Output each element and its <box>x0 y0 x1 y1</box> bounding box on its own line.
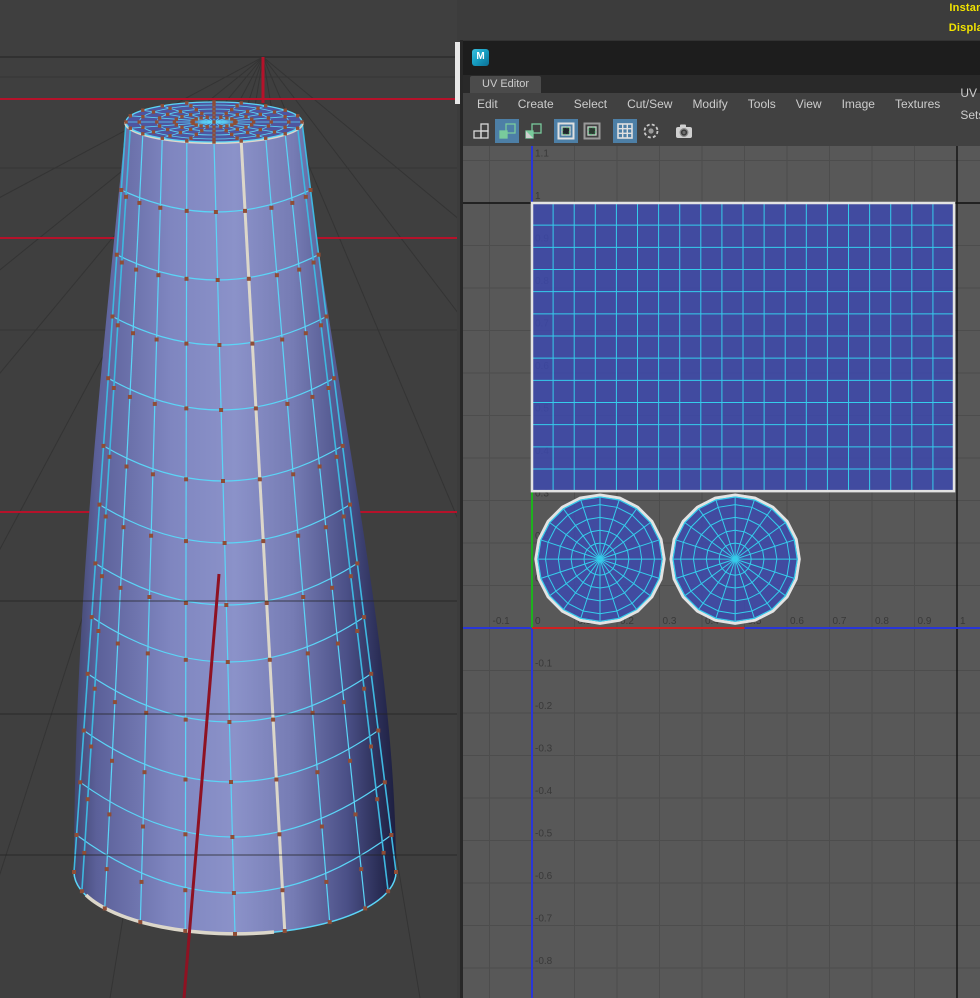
maya-screen: { "hud": { "color": "#f2e400", "line1": … <box>0 0 980 998</box>
menu-select[interactable]: Select <box>564 93 617 115</box>
menu-tools[interactable]: Tools <box>738 93 786 115</box>
pixel-grid-icon <box>615 121 635 141</box>
menu-view[interactable]: View <box>786 93 832 115</box>
u-tick-1: 1 <box>960 616 966 627</box>
u-tick-0.8: 0.8 <box>875 616 889 627</box>
tab-uv-editor[interactable]: UV Editor <box>470 76 541 93</box>
border-frame-alt-icon <box>582 121 602 141</box>
hud-message-instance: Instan <box>949 2 980 14</box>
uv-snapshot-button[interactable] <box>672 119 696 143</box>
menu-edit[interactable]: Edit <box>467 93 508 115</box>
uv-editor-window: M UV Editor EditCreateSelectCut/SewModif… <box>460 40 980 998</box>
v-tick--0.1: -0.1 <box>535 659 553 670</box>
pixel-grid-button[interactable] <box>613 119 637 143</box>
v-tick--0.4: -0.4 <box>535 786 553 797</box>
uv-shell-cap-1[interactable] <box>536 495 664 623</box>
u-tick-0.3: 0.3 <box>663 616 677 627</box>
u-tick--0.1: -0.1 <box>493 616 511 627</box>
uv-snapshot-icon <box>674 121 694 141</box>
menu-bar: EditCreateSelectCut/SewModifyToolsViewIm… <box>463 93 980 115</box>
cone-mesh[interactable] <box>72 100 398 936</box>
v-tick--0.7: -0.7 <box>535 914 553 925</box>
menu-uv-sets[interactable]: UV Sets <box>950 82 980 126</box>
tile-layout-icon <box>471 121 491 141</box>
border-frame-icon <box>556 121 576 141</box>
tile-layout-button[interactable] <box>469 119 493 143</box>
shell-fill-icon <box>497 121 517 141</box>
hud-message-display: Displa <box>949 22 980 34</box>
v-tick--0.2: -0.2 <box>535 701 553 712</box>
menu-modify[interactable]: Modify <box>682 93 737 115</box>
maya-app-icon: M <box>472 49 489 66</box>
shell-fill-button[interactable] <box>495 119 519 143</box>
menu-create[interactable]: Create <box>508 93 564 115</box>
v-tick--0.8: -0.8 <box>535 956 553 967</box>
menu-cut-sew[interactable]: Cut/Sew <box>617 93 682 115</box>
shell-fade-icon <box>523 121 543 141</box>
menu-textures[interactable]: Textures <box>885 93 950 115</box>
v-tick--0.3: -0.3 <box>535 744 553 755</box>
u-tick-0.6: 0.6 <box>790 616 804 627</box>
v-tick--0.6: -0.6 <box>535 871 553 882</box>
v-tick--0.5: -0.5 <box>535 829 553 840</box>
v-tick-1.1: 1.1 <box>535 149 549 160</box>
v-tick-1: 1 <box>535 191 541 202</box>
u-tick-0.9: 0.9 <box>918 616 932 627</box>
uv-toolbar <box>463 115 980 148</box>
uv-shell-body[interactable] <box>532 203 954 491</box>
u-tick-0: 0 <box>535 616 541 627</box>
uv-shell-cap-2[interactable] <box>671 495 799 623</box>
border-frame-button[interactable] <box>554 119 578 143</box>
uv-editor-canvas[interactable]: -0.100.10.20.30.40.50.60.70.80.911.110.9… <box>463 146 980 998</box>
u-tick-0.7: 0.7 <box>833 616 847 627</box>
tab-strip: UV Editor <box>463 75 980 93</box>
menu-image[interactable]: Image <box>832 93 885 115</box>
pixel-snap-button[interactable] <box>639 119 663 143</box>
shell-fade-button[interactable] <box>521 119 545 143</box>
viewport-3d-canvas[interactable] <box>0 0 457 998</box>
border-frame-alt-button[interactable] <box>580 119 604 143</box>
pixel-snap-icon <box>641 121 661 141</box>
window-titlebar[interactable]: M <box>463 40 980 75</box>
